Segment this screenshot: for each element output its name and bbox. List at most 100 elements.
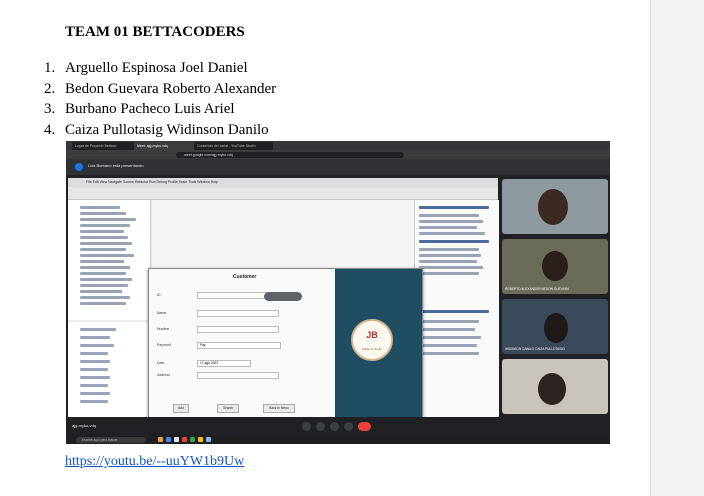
field-label: ID	[157, 293, 161, 297]
browser-tab: Lugar de Proyecto Bettaco	[72, 142, 135, 150]
member-name: Arguello Espinosa Joel Daniel	[65, 60, 248, 76]
tree-row	[80, 392, 110, 395]
tree-row	[80, 278, 132, 281]
palette-row	[419, 254, 481, 257]
browser-tab: Contenido del canal - YouTube Studio	[194, 142, 273, 150]
tree-row	[80, 236, 128, 239]
project-tree	[68, 200, 151, 320]
field-label: Address	[157, 373, 170, 377]
date-field: 17-ago-2022	[197, 360, 251, 367]
mic-icon	[302, 422, 311, 431]
captions-icon	[330, 422, 339, 431]
tree-row	[80, 296, 130, 299]
member-name: Burbano Pacheco Luis Ariel	[65, 101, 235, 117]
tree-row	[80, 206, 120, 209]
participant-tile: WIDINSON DANILO CAIZA PULLOTASIG	[502, 299, 608, 354]
logo-mark: JB	[366, 330, 378, 340]
windows-taskbar: Escribe aquí para buscar	[66, 435, 610, 444]
video-link[interactable]: https://youtu.be/--uuYW1b9Uw	[65, 454, 244, 470]
list-number: 1.	[44, 60, 56, 76]
palette-row	[419, 248, 479, 251]
app-icon	[182, 437, 187, 442]
member-name: Caiza Pullotasig Widinson Danilo	[65, 121, 269, 138]
presenter-label: Luis Burbano está presentando	[88, 163, 144, 168]
tree-row	[80, 242, 132, 245]
palette-row	[419, 266, 483, 269]
search-button: Search	[217, 404, 239, 413]
app-icon	[174, 437, 179, 442]
list-item: 4. Caiza Pullotasig Widinson Danilo	[44, 120, 276, 141]
palette-row	[419, 352, 479, 355]
app-icon	[206, 437, 211, 442]
tree-row	[80, 272, 126, 275]
palette-row	[419, 220, 483, 223]
participant-name: ROBERTO ALEXANDER BEDON GUEVARA	[505, 287, 570, 291]
payment-select: Pay	[197, 342, 281, 349]
list-item: 2. Bedon Guevara Roberto Alexander	[44, 79, 276, 100]
list-item: 1. Arguello Espinosa Joel Daniel	[44, 58, 276, 79]
palette-row	[419, 232, 485, 235]
tree-row	[80, 224, 130, 227]
tree-row	[80, 254, 134, 257]
palette-row	[419, 336, 481, 339]
palette-header	[419, 206, 489, 209]
taskbar-search: Escribe aquí para buscar	[76, 436, 146, 443]
member-name: Bedon Guevara Roberto Alexander	[65, 80, 277, 97]
tree-row	[80, 384, 108, 387]
palette-row	[419, 214, 479, 217]
member-list: 1. Arguello Espinosa Joel Daniel 2. Bedon …	[44, 58, 276, 140]
list-number: 3.	[44, 101, 56, 117]
tree-row	[80, 336, 110, 339]
tree-row	[80, 230, 124, 233]
participant-video	[538, 189, 568, 225]
tree-row	[80, 248, 126, 251]
ide-toolbar	[68, 187, 498, 200]
logo-text: Made To Smile	[362, 347, 382, 351]
tree-row	[80, 218, 136, 221]
presenter-banner: Luis Burbano está presentando	[66, 159, 610, 175]
palette-row	[419, 344, 477, 347]
app-icon	[198, 437, 203, 442]
palette-row	[419, 328, 475, 331]
palette-row	[419, 272, 479, 275]
ide-window: File Edit View Navigate Source Refactor …	[68, 178, 499, 428]
palette-panel	[414, 200, 499, 426]
dialog-brand-panel: JB Made To Smile	[335, 269, 422, 417]
tree-row	[80, 352, 108, 355]
url-field: meet.google.com/ajg-myko-vdq	[176, 151, 404, 158]
app-icon	[166, 437, 171, 442]
presenter-avatar	[75, 163, 83, 171]
participant-video	[544, 313, 568, 343]
tree-row	[80, 368, 108, 371]
participant-tile	[502, 359, 608, 414]
list-number: 2.	[44, 80, 56, 97]
camera-icon	[316, 422, 325, 431]
document-title: TEAM 01 BETTACODERS	[65, 24, 245, 40]
palette-row	[419, 320, 479, 323]
tree-row	[80, 376, 110, 379]
embedded-screenshot: Lugar de Proyecto Bettaco Meet: ajg-myko…	[66, 141, 610, 444]
address-bar: meet.google.com/ajg-myko-vdq	[66, 150, 610, 159]
participant-video	[538, 373, 566, 405]
browser-tab-strip: Lugar de Proyecto Bettaco Meet: ajg-myko…	[66, 141, 610, 150]
palette-row	[419, 226, 477, 229]
participant-tile: ROBERTO ALEXANDER BEDON GUEVARA	[502, 239, 608, 294]
document-page: TEAM 01 BETTACODERS 1. Arguello Espinosa …	[0, 0, 650, 496]
field-label: Payment	[157, 343, 171, 347]
app-icon	[158, 437, 163, 442]
tree-row	[80, 290, 122, 293]
tree-row	[80, 284, 128, 287]
tree-row	[80, 344, 114, 347]
add-button: Add	[173, 404, 189, 413]
list-item: 3. Burbano Pacheco Luis Ariel	[44, 99, 276, 120]
name-field	[197, 310, 279, 317]
list-number: 4.	[44, 121, 56, 138]
meet-control-bar: ajg-myko-vdq	[66, 417, 610, 435]
tree-row	[80, 400, 108, 403]
participant-tile	[502, 179, 608, 234]
customer-dialog: Customer ID Name Number Payment Pay Date…	[148, 268, 423, 418]
tree-row	[80, 212, 126, 215]
ide-menu: File Edit View Navigate Source Refactor …	[86, 180, 218, 184]
presentation-controls	[264, 292, 302, 301]
tree-row	[80, 260, 124, 263]
